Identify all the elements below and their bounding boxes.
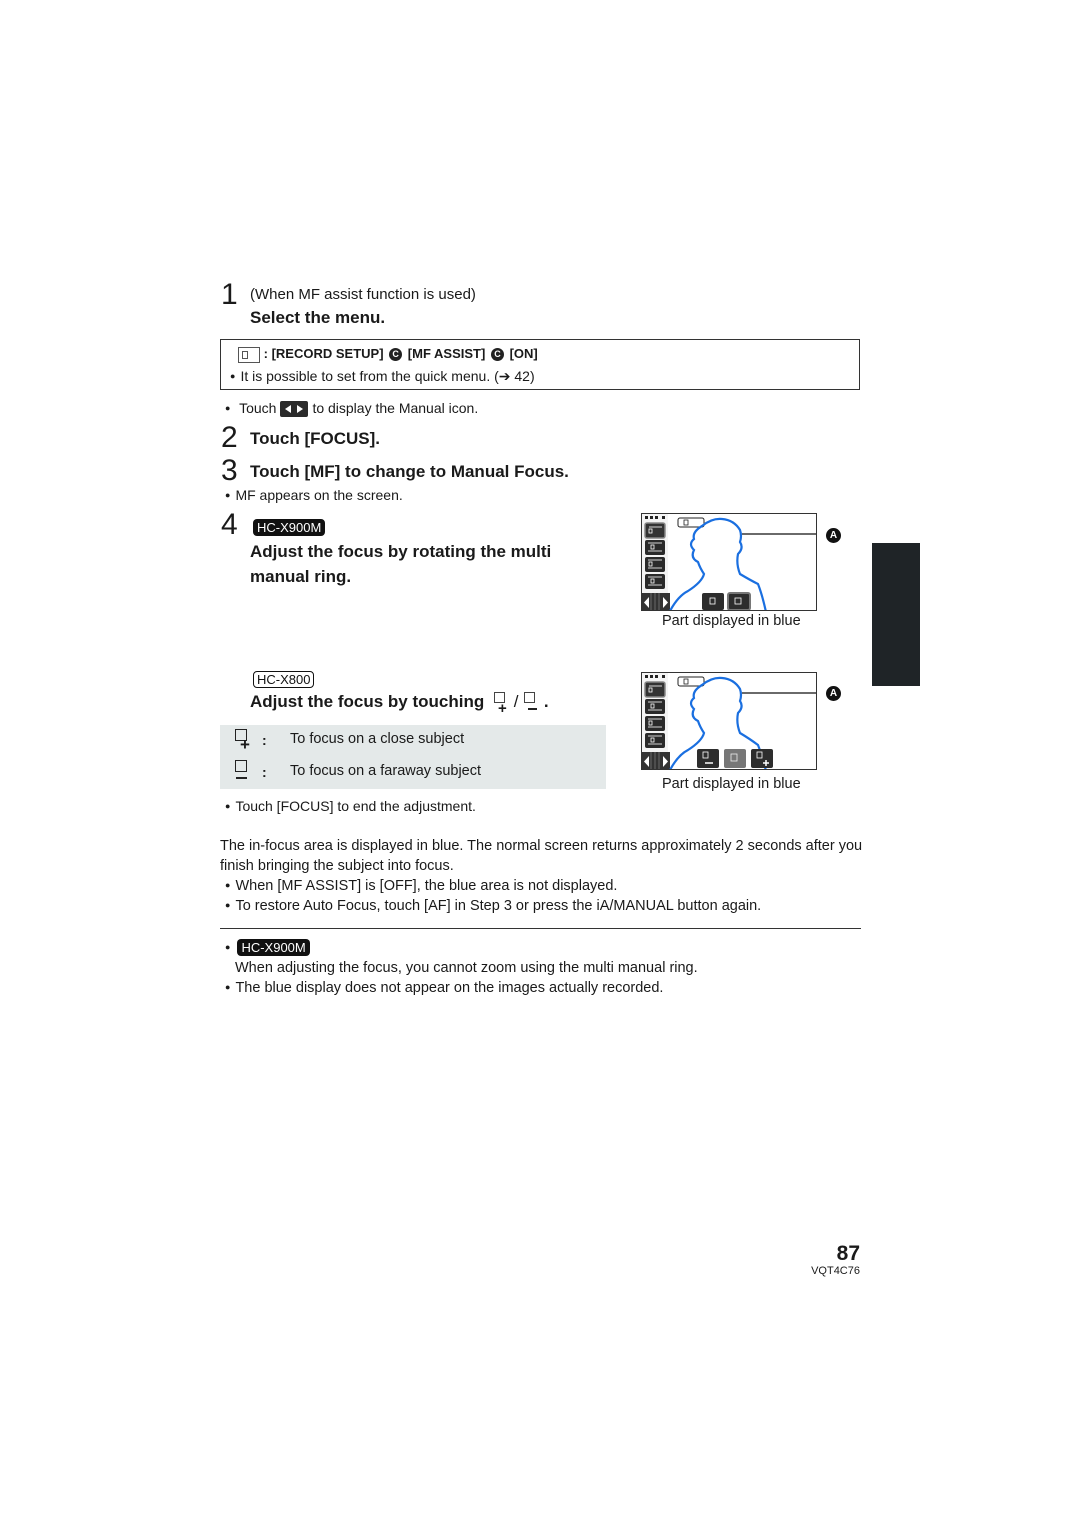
chapter-side-tab (872, 543, 920, 686)
x800-title-sep: / (513, 692, 519, 711)
divider (220, 928, 861, 929)
doc-code: VQT4C76 (811, 1265, 860, 1277)
x800-title-text: Adjust the focus by touching (250, 692, 485, 711)
step-1-note: (When MF assist function is used) (250, 286, 476, 303)
model-badge-x900m: HC-X900M (237, 939, 310, 956)
camera-screen-x900m (641, 513, 817, 611)
touch-note-after: to display the Manual icon. (312, 400, 479, 416)
x800-title-end: . (543, 692, 549, 711)
screen-caption: Part displayed in blue (662, 613, 801, 629)
bullet-item: To restore Auto Focus, touch [AF] in Ste… (225, 896, 761, 917)
touch-note-before: Touch (239, 400, 277, 416)
quick-menu-note: It is possible to set from the quick men… (230, 367, 534, 387)
step-number-2: 2 (221, 421, 238, 454)
screen-illustration (642, 673, 816, 769)
in-focus-paragraph: The in-focus area is displayed in blue. … (220, 838, 863, 874)
focus-table-row: + : To focus on a close subject (220, 725, 606, 757)
focus-near-plus-icon: + (493, 691, 509, 716)
focus-table-colon: : (262, 732, 267, 748)
focus-near-plus-icon: + (234, 729, 250, 753)
step-1-title: Select the menu. (250, 308, 386, 327)
focus-table: + : To focus on a close subject : To foc… (220, 725, 606, 789)
step-4-title: Adjust the focus by rotating the multi m… (250, 542, 552, 586)
step-3-title: Touch [MF] to change to Manual Focus. (250, 462, 569, 481)
step-number-3: 3 (221, 454, 238, 487)
notes-bullet: HC-X900M (225, 938, 310, 959)
notes-line-1: When adjusting the focus, you cannot zoo… (235, 960, 698, 976)
menu-icon (238, 346, 260, 363)
camera-screen-x800 (641, 672, 817, 770)
marker-a: A (826, 686, 841, 701)
focus-table-text: To focus on a close subject (290, 731, 465, 747)
focus-far-minus-icon (523, 691, 539, 714)
focus-table-row: : To focus on a faraway subject (220, 757, 606, 789)
arrow-c-icon: C (389, 348, 403, 362)
x800-title: Adjust the focus by touching + / . (250, 691, 549, 716)
menu-item-on: [ON] (509, 346, 538, 361)
step-number-4: 4 (221, 508, 238, 541)
nav-arrows-icon (280, 401, 309, 418)
menu-path: : [RECORD SETUP] C [MF ASSIST] C [ON] (238, 346, 538, 363)
notes-line-2: The blue display does not appear on the … (225, 978, 663, 999)
menu-path-box: : [RECORD SETUP] C [MF ASSIST] C [ON] It… (220, 339, 860, 390)
menu-item-mf-assist: [MF ASSIST] (407, 346, 486, 361)
menu-sep: : (263, 346, 268, 361)
arrow-c-icon: C (490, 348, 504, 362)
marker-a: A (826, 528, 841, 543)
step-2-title: Touch [FOCUS]. (250, 429, 380, 448)
touch-note: Touch to display the Manual icon. (225, 399, 478, 419)
page-number: 87 (836, 1242, 860, 1265)
screen-caption: Part displayed in blue (662, 776, 801, 792)
menu-item-record-setup: [RECORD SETUP] (271, 346, 384, 361)
screen-illustration (642, 514, 816, 610)
step-3-note: MF appears on the screen. (225, 486, 402, 506)
model-badge-x800: HC-X800 (253, 671, 315, 688)
focus-far-minus-icon (234, 760, 250, 782)
focus-table-colon: : (262, 764, 267, 780)
focus-table-text: To focus on a faraway subject (290, 763, 482, 779)
end-adjust-note: Touch [FOCUS] to end the adjustment. (225, 797, 475, 817)
bullet-item: When [MF ASSIST] is [OFF], the blue area… (225, 876, 617, 897)
step-number-1: 1 (221, 278, 238, 311)
model-badge-x900m: HC-X900M (253, 519, 326, 536)
